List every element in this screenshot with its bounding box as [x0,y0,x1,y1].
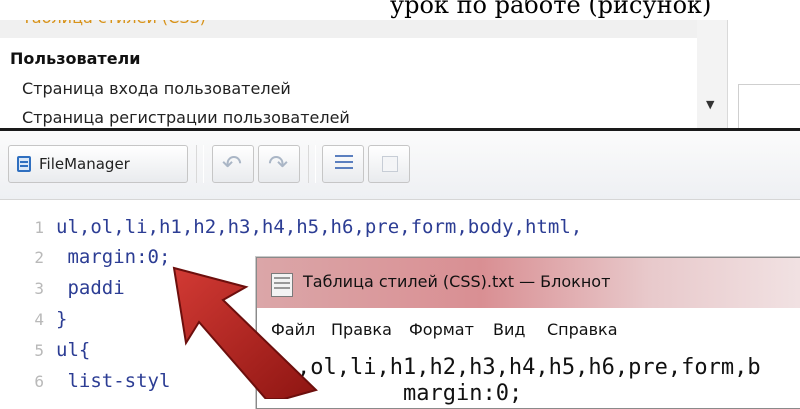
line-number: 3 [34,279,44,298]
notepad-window[interactable]: Таблица стилей (CSS).txt — Блокнот Файл … [256,257,800,409]
notepad-title: Таблица стилей (CSS).txt — Блокнот [303,272,611,291]
notepad-text-line[interactable]: margin:0; [403,382,800,406]
notepad-text-line[interactable]: ,ol,li,h1,h2,h3,h4,h5,h6,pre,form,b [297,356,800,380]
toolbar-separator [196,145,204,183]
code-text: } [56,308,68,330]
notepad-titlebar[interactable]: Таблица стилей (CSS).txt — Блокнот [257,258,800,308]
wrap-icon [382,156,398,172]
line-numbers-button[interactable] [322,145,364,183]
menu-format[interactable]: Формат [409,320,474,339]
line-number: 1 [34,218,44,237]
list-group-users: Пользователи [10,49,141,68]
caption-strip: урок по работе (рисунок) [0,0,800,20]
code-line: 2 margin:0; [0,246,170,268]
line-number: 5 [34,341,44,360]
undo-icon: ↶ [222,150,243,178]
code-line: 1 ul,ol,li,h1,h2,h3,h4,h5,h6,pre,form,bod… [0,216,582,238]
editor-toolbar: FileManager ↶ ↷ [0,131,800,200]
code-line: 4} [0,308,67,330]
code-text: list-styl [56,370,171,392]
filemanager-label: FileManager [39,155,130,173]
line-number: 6 [34,372,44,391]
code-text: ul{ [56,339,91,361]
list-item-register-page[interactable]: Страница регистрации пользователей [22,108,350,127]
notepad-menubar: Файл Правка Формат Вид Справка [257,314,800,346]
code-text: margin:0; [56,246,171,268]
scroll-down-icon[interactable]: ▼ [706,98,714,111]
redo-icon: ↷ [268,150,289,178]
code-text: ul,ol,li,h1,h2,h3,h4,h5,h6,pre,form,body… [56,216,583,238]
filemanager-button[interactable]: FileManager [8,145,188,183]
filemanager-icon [17,156,31,172]
wrap-button[interactable] [368,145,410,183]
code-line: 3 paddi [0,277,125,299]
menu-edit[interactable]: Правка [331,320,392,339]
list-icon [335,155,353,173]
menu-view[interactable]: Вид [493,320,525,339]
line-number: 2 [34,248,44,267]
notepad-icon [271,273,293,297]
right-pane-box [738,84,800,128]
list-item-login-page[interactable]: Страница входа пользователей [22,79,291,98]
toolbar-separator [308,145,316,183]
code-line: 6 list-styl [0,370,170,392]
menu-help[interactable]: Справка [547,320,618,339]
undo-button[interactable]: ↶ [212,145,254,183]
code-line: 5 ul{ [0,339,90,361]
menu-file[interactable]: Файл [271,320,315,339]
redo-button[interactable]: ↷ [258,145,300,183]
code-text: paddi [56,277,125,299]
line-number: 4 [34,310,44,329]
caption-text: урок по работе (рисунок) [390,0,712,19]
